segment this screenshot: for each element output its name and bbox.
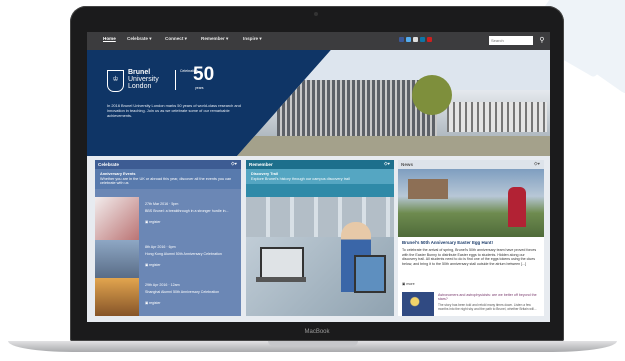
panel-header: News ⬦▾ <box>398 160 544 169</box>
register-link[interactable]: ▣ register <box>145 263 160 267</box>
fifty-number: 50 <box>193 64 215 85</box>
facebook-icon[interactable] <box>399 37 404 42</box>
nav-item-remember[interactable]: Remember ▾ <box>201 36 228 42</box>
news-panel: News ⬦▾ Brunel's 50th Anniversary Easter… <box>398 160 544 316</box>
monitor-image <box>354 255 386 293</box>
panel-controls-icon[interactable]: ⬦▾ <box>231 160 237 169</box>
panel-subheader: Discovery Trail Explore Brunel's history… <box>246 169 394 185</box>
panel-header: Celebrate ⬦▾ <box>95 160 241 169</box>
event-item[interactable]: 29th Apr 2016 · 12am Shanghai Alumni 50t… <box>95 278 241 316</box>
news-image[interactable] <box>398 169 544 237</box>
brunel-logo[interactable]: Brunel University London <box>128 69 159 90</box>
panel-title: Celebrate <box>98 162 119 167</box>
flickr-icon[interactable] <box>413 37 418 42</box>
sub-text: Whether you are in the UK or abroad this… <box>100 176 232 186</box>
celebrate-panel: Celebrate ⬦▾ Anniversary Events Whether … <box>95 160 241 316</box>
event-date: 29th Apr 2016 · 12am <box>145 283 180 287</box>
event-date: 27th Mar 2016 · 5pm <box>145 202 179 206</box>
discovery-trail-photo[interactable] <box>246 197 394 316</box>
search-input[interactable] <box>489 36 533 45</box>
news-title[interactable]: Brunel's 50th Anniversary Easter Egg Hun… <box>402 240 493 245</box>
panel-controls-icon[interactable]: ⬦▾ <box>384 160 390 169</box>
camera-icon <box>314 12 318 16</box>
hero-banner: ♔ Brunel University London Celebrating 5… <box>87 50 550 156</box>
linkedin-icon[interactable] <box>420 37 425 42</box>
hero-text: In 2016 Brunel University London marks 5… <box>107 103 241 118</box>
nav-item-home[interactable]: Home <box>103 36 116 41</box>
event-date: 8th Apr 2016 · 6pm <box>145 245 176 249</box>
event-thumbnail <box>95 278 139 316</box>
event-thumbnail <box>95 197 139 245</box>
panel-title: Remember <box>249 162 273 167</box>
event-item[interactable]: 27th Mar 2016 · 5pm BBS Brunel: a breakt… <box>95 197 241 245</box>
person-image <box>508 187 526 227</box>
remember-panel: Remember ⬦▾ Discovery Trail Explore Brun… <box>246 160 394 316</box>
nav-item-celebrate[interactable]: Celebrate ▾ <box>127 36 152 42</box>
twitter-icon[interactable] <box>406 37 411 42</box>
hero-photo <box>237 50 550 156</box>
laptop-screen: Home Celebrate ▾ Connect ▾ Remember ▾ In… <box>87 32 550 322</box>
laptop-image <box>256 277 306 282</box>
site-nav: Home Celebrate ▾ Connect ▾ Remember ▾ In… <box>87 32 550 50</box>
logo-divider <box>175 70 176 90</box>
search-icon[interactable]: ⚲ <box>537 35 547 46</box>
nav-item-inspire[interactable]: Inspire ▾ <box>243 36 262 42</box>
news-item2-body: The story has been told and retold many … <box>438 303 537 311</box>
panel-header: Remember ⬦▾ <box>246 160 394 169</box>
panel-title: News <box>401 162 414 167</box>
laptop-brand: MacBook <box>304 329 330 335</box>
event-title[interactable]: Hong Kong Alumni 50th Anniversary Celebr… <box>145 252 235 256</box>
news-thumbnail[interactable] <box>402 292 434 316</box>
panel-controls-icon[interactable]: ⬦▾ <box>534 160 540 169</box>
more-link[interactable]: ▣ more <box>402 282 415 286</box>
laptop-notch <box>268 341 358 346</box>
event-title[interactable]: BBS Brunel: a breakthrough in a stronger… <box>145 209 235 213</box>
monitor-image <box>260 247 304 281</box>
years-label: years <box>195 86 204 90</box>
register-link[interactable]: ▣ register <box>145 220 160 224</box>
youtube-icon[interactable] <box>427 37 432 42</box>
crest-icon: ♔ <box>107 70 124 92</box>
panel-subheader: Anniversary Events Whether you are in th… <box>95 169 241 189</box>
sub-text: Explore Brunel's history through our cam… <box>251 176 350 181</box>
event-title[interactable]: Shanghai Alumni 50th Anniversary Celebra… <box>145 290 235 294</box>
news-item2-title[interactable]: Astronomers and astrophysicists: are we … <box>438 293 540 302</box>
register-link[interactable]: ▣ register <box>145 301 160 305</box>
nav-item-connect[interactable]: Connect ▾ <box>165 36 187 42</box>
news-body: To celebrate the arrival of spring, Brun… <box>402 248 537 266</box>
